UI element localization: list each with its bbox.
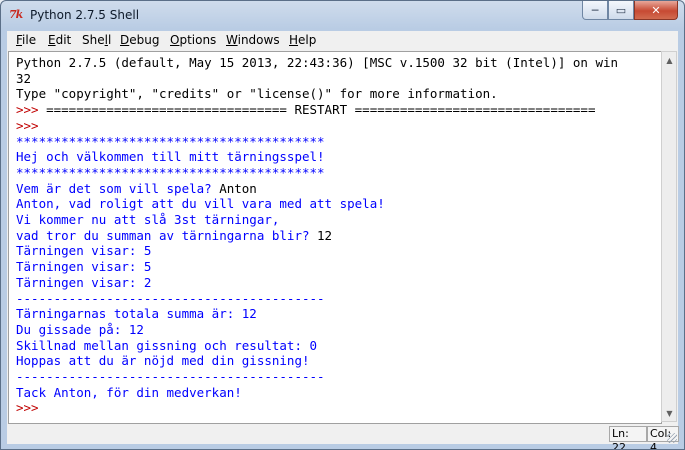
shell-line: Vi kommer nu att slå 3st tärningar, <box>16 212 279 228</box>
output-text: vad tror du summan av tärningarna blir? <box>16 227 318 243</box>
output-text: ----------------------------------------… <box>16 369 325 384</box>
input-text: 32 <box>16 70 32 86</box>
menu-item-2[interactable]: Shell <box>82 33 111 47</box>
output-text: Vem är det som vill spela? <box>16 180 220 196</box>
close-button[interactable]: ✕ <box>634 1 678 20</box>
line-indicator: Ln: 22 <box>609 426 647 449</box>
shell-line: Vem är det som vill spela? Anton <box>16 181 257 197</box>
shell-line: >>> <box>16 118 46 134</box>
output-text: Du gissade på: 12 <box>16 321 144 337</box>
scroll-up-button[interactable]: ▲ <box>662 52 677 68</box>
shell-line: Python 2.7.5 (default, May 15 2013, 22:4… <box>16 55 618 71</box>
output-text: ****************************************… <box>16 133 325 149</box>
shell-line: Skillnad mellan gissning och resultat: 0 <box>16 338 317 354</box>
shell-line: ----------------------------------------… <box>16 291 325 307</box>
output-text: ****************************************… <box>16 164 325 180</box>
output-text: Hoppas att du är nöjd med din gissning! <box>16 353 310 369</box>
menu-label-part: She <box>82 33 105 47</box>
window-title: Python 2.7.5 Shell <box>30 8 140 22</box>
arrow-up-icon: ▲ <box>666 55 673 65</box>
menu-item-0[interactable]: File <box>16 33 36 47</box>
shell-line: Tärningen visar: 5 <box>16 259 151 275</box>
shell-line: >>> ================================ RES… <box>16 102 595 118</box>
menu-item-6[interactable]: Help <box>289 33 316 47</box>
input-text: Anton <box>219 180 257 196</box>
shell-line: Tärningen visar: 5 <box>16 243 151 259</box>
menu-item-5[interactable]: Windows <box>226 33 280 47</box>
menu-mnemonic: D <box>120 33 130 47</box>
menu-item-1[interactable]: Edit <box>48 33 71 47</box>
menu-bar: File Edit Shell Debug Options Windows Help <box>7 31 678 51</box>
menu-label-part: dit <box>55 33 72 47</box>
shell-client-area: Python 2.7.5 (default, May 15 2013, 22:4… <box>7 50 679 449</box>
menu-label-part: indows <box>237 33 280 47</box>
shell-line: Hej och välkommen till mitt tärningsspel… <box>16 149 325 165</box>
minimize-icon: ─ <box>591 3 599 17</box>
output-text: Vi kommer nu att slå 3st tärningar, <box>16 212 280 227</box>
input-text: Type "copyright", "credits" or "license(… <box>16 86 498 102</box>
maximize-icon: ▭ <box>615 3 627 17</box>
menu-mnemonic: W <box>226 33 238 47</box>
output-text: Anton, vad roligt att du vill vara med a… <box>16 196 385 212</box>
title-bar[interactable]: 7k Python 2.7.5 Shell ─ ▭ ✕ <box>1 1 684 31</box>
menu-label-part: elp <box>298 33 317 47</box>
scroll-down-button[interactable]: ▼ <box>662 405 677 421</box>
menu-label-part: ile <box>22 33 37 47</box>
input-text: ================================ RESTART… <box>46 102 596 118</box>
shell-line: >>> <box>16 400 46 416</box>
prompt-text: >>> <box>16 117 47 133</box>
shell-line: Anton, vad roligt att du vill vara med a… <box>16 196 385 212</box>
menu-item-4[interactable]: Options <box>170 33 216 47</box>
close-icon: ✕ <box>651 3 661 17</box>
menu-item-3[interactable]: Debug <box>120 33 159 47</box>
shell-line: Du gissade på: 12 <box>16 322 144 338</box>
status-bar: Ln: 22 Col: 4 <box>7 424 679 449</box>
output-text: Tärningen visar: 5 <box>16 243 152 259</box>
shell-line: Type "copyright", "credits" or "license(… <box>16 86 498 102</box>
shell-line: ----------------------------------------… <box>16 369 325 385</box>
output-text: Skillnad mellan gissning och resultat: 0 <box>16 337 318 353</box>
minimize-button[interactable]: ─ <box>582 1 608 20</box>
python-idle-icon: 7k <box>9 8 23 21</box>
shell-line: Tärningen visar: 2 <box>16 275 151 291</box>
arrow-down-icon: ▼ <box>666 408 673 418</box>
output-text: ----------------------------------------… <box>16 290 325 306</box>
shell-line: Tärningarnas totala summa är: 12 <box>16 306 257 322</box>
shell-line: Tack Anton, för din medverkan! <box>16 385 242 401</box>
prompt-text: >>> <box>16 102 47 118</box>
maximize-button[interactable]: ▭ <box>608 1 634 20</box>
shell-line: ****************************************… <box>16 165 325 181</box>
menu-mnemonic: H <box>289 33 299 47</box>
shell-line: vad tror du summan av tärningarna blir? … <box>16 228 332 244</box>
menu-label-part: ebug <box>129 33 160 47</box>
menu-mnemonic: E <box>48 33 56 47</box>
output-text: Tärningen visar: 5 <box>16 259 152 275</box>
output-text: Hej och välkommen till mitt tärningsspel… <box>16 149 325 165</box>
shell-line: 32 <box>16 71 31 87</box>
vertical-scrollbar[interactable]: ▲ ▼ <box>661 51 677 422</box>
menu-label-part: ptions <box>179 33 217 47</box>
resize-grip[interactable] <box>667 433 677 443</box>
output-text: Tärningen visar: 2 <box>16 274 152 290</box>
output-text: Tack Anton, för din medverkan! <box>16 384 242 400</box>
output-text: Tärningarnas totala summa är: 12 <box>16 306 257 322</box>
shell-line: Hoppas att du är nöjd med din gissning! <box>16 353 310 369</box>
caption-buttons: ─ ▭ ✕ <box>582 1 678 21</box>
input-text: Python 2.7.5 (default, May 15 2013, 22:4… <box>16 55 619 70</box>
shell-text-area[interactable]: Python 2.7.5 (default, May 15 2013, 22:4… <box>8 51 662 424</box>
menu-label-part: l <box>107 33 112 47</box>
input-text: 12 <box>317 227 333 243</box>
idle-shell-window: 7k Python 2.7.5 Shell ─ ▭ ✕ File Edit Shel… <box>0 0 685 450</box>
shell-line: ****************************************… <box>16 134 325 150</box>
prompt-text: >>> <box>16 400 47 416</box>
